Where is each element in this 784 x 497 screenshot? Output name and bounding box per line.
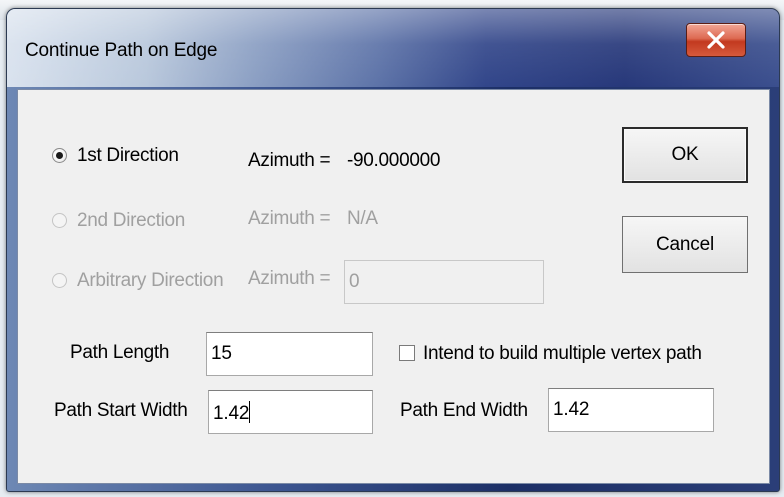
radio-selected-dot xyxy=(56,152,63,159)
azimuth-value-2nd: N/A xyxy=(347,208,378,229)
multiple-vertex-checkbox[interactable] xyxy=(399,345,415,361)
dialog-window: Continue Path on Edge 1st Direction Azim… xyxy=(6,8,780,492)
path-length-label: Path Length xyxy=(70,342,170,363)
azimuth-label-arbitrary: Azimuth = xyxy=(248,268,331,289)
close-button[interactable] xyxy=(686,23,746,57)
path-end-width-label: Path End Width xyxy=(400,400,528,421)
dialog-body: 1st Direction Azimuth = -90.000000 2nd D… xyxy=(17,89,770,484)
azimuth-label-1st: Azimuth = xyxy=(248,150,331,171)
ok-button[interactable]: OK xyxy=(622,127,748,183)
multiple-vertex-label: Intend to build multiple vertex path xyxy=(423,343,702,364)
path-end-width-input[interactable]: 1.42 xyxy=(548,388,714,432)
path-start-width-label: Path Start Width xyxy=(54,400,188,421)
azimuth-input-arbitrary[interactable]: 0 xyxy=(344,260,544,304)
radio-1st-direction[interactable] xyxy=(52,148,67,163)
label-2nd-direction: 2nd Direction xyxy=(77,210,186,231)
path-length-input[interactable]: 15 xyxy=(206,332,373,376)
radio-2nd-direction[interactable] xyxy=(52,213,67,228)
title-bar[interactable]: Continue Path on Edge xyxy=(7,9,779,87)
cancel-button[interactable]: Cancel xyxy=(622,216,748,273)
path-start-width-input[interactable]: 1.42 xyxy=(208,390,373,434)
text-caret xyxy=(249,401,251,423)
window-title: Continue Path on Edge xyxy=(25,40,218,61)
label-1st-direction: 1st Direction xyxy=(77,145,179,166)
label-arbitrary-direction: Arbitrary Direction xyxy=(77,270,224,291)
close-icon xyxy=(707,31,725,49)
azimuth-value-1st: -90.000000 xyxy=(347,150,441,171)
path-start-width-value: 1.42 xyxy=(213,403,250,424)
radio-arbitrary-direction[interactable] xyxy=(52,273,67,288)
azimuth-label-2nd: Azimuth = xyxy=(248,208,331,229)
